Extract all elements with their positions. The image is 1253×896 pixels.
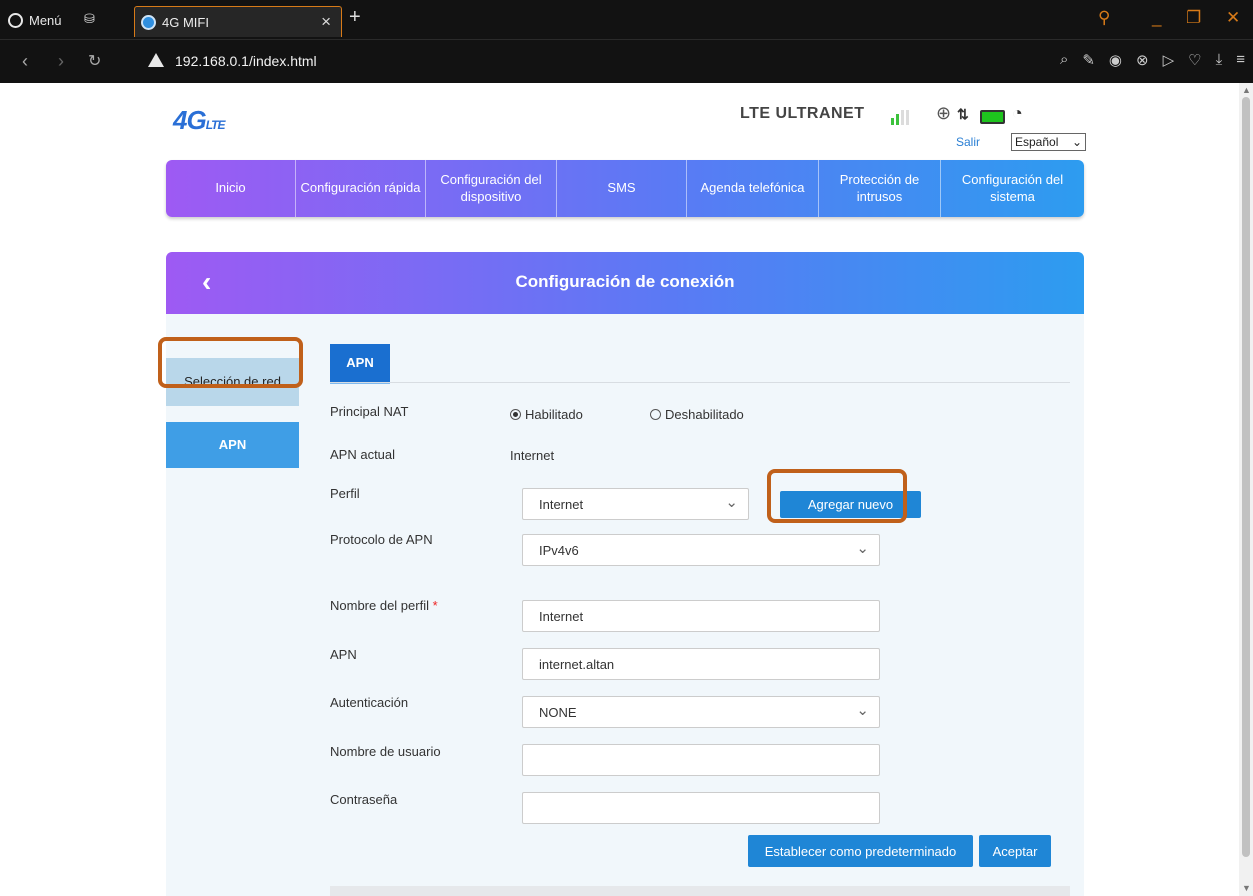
sidebar-item-apn[interactable]: APN [166,422,299,468]
new-tab-icon[interactable]: + [349,6,361,29]
password-label: Contraseña [330,792,398,807]
username-label: Nombre de usuario [330,744,441,759]
logout-link[interactable]: Salir [956,135,980,149]
minimize-icon[interactable]: _ [1152,8,1161,28]
radio-checked-icon [510,409,521,420]
search-page-icon[interactable]: ⌕ [1060,51,1068,69]
language-select[interactable]: Español ⌄ [1011,133,1086,151]
nav-configuracion-rapida[interactable]: Configuración rápida [296,160,426,217]
not-secure-warning-icon[interactable] [148,53,164,67]
apn-protocol-label: Protocolo de APN [330,532,433,547]
forward-icon[interactable]: › [58,51,64,72]
highlight-add-new-button [767,469,907,523]
search-icon[interactable]: ⚲ [1098,8,1110,28]
nav-configuracion-dispositivo[interactable]: Configuración del dispositivo [426,160,557,217]
nav-inicio[interactable]: Inicio [166,160,296,217]
close-window-icon[interactable]: ✕ [1226,8,1240,28]
easy-setup-icon[interactable]: ≡ [1236,51,1245,69]
current-apn-label: APN actual [330,447,396,462]
gamepad-icon[interactable]: ⛁ [84,11,102,27]
bottom-section-edge [330,886,1070,896]
url-field[interactable]: 192.168.0.1/index.html [175,53,317,69]
scroll-thumb[interactable] [1242,97,1250,857]
nav-proteccion-intrusos[interactable]: Protección de intrusos [819,160,941,217]
edit-icon[interactable]: ✎ [1082,51,1095,69]
apn-input[interactable]: internet.altan [522,648,880,680]
panel-header: ‹ Configuración de conexión [166,252,1084,314]
browser-menu-button[interactable]: Menú [8,10,62,30]
profile-name-input[interactable]: Internet [522,600,880,632]
current-apn-value: Internet [510,448,555,463]
download-icon[interactable]: ⤓ [1216,51,1223,69]
heart-icon[interactable]: ♡ [1188,51,1201,69]
browser-menu-label: Menú [29,12,62,28]
radio-unchecked-icon [650,409,661,420]
browser-tab-bar: Menú ⛁ 4G MIFI × + ⚲ _ ❐ ✕ [0,0,1253,39]
opera-logo-icon [8,12,23,28]
nav-configuracion-sistema[interactable]: Configuración del sistema [941,160,1084,217]
main-nav: Inicio Configuración rápida Configuració… [166,160,1084,217]
apn-label: APN [330,647,357,662]
panel-body: Selección de red APN APN Principal NAT H… [166,314,1084,896]
back-icon[interactable]: ‹ [22,51,28,72]
scroll-down-icon[interactable]: ▼ [1242,883,1251,893]
tab-favicon-icon [141,14,156,30]
scroll-up-icon[interactable]: ▲ [1242,85,1251,95]
tab-close-icon[interactable]: × [321,12,331,32]
data-transfer-icon: ⇅ [957,106,969,122]
nav-agenda-telefonica[interactable]: Agenda telefónica [687,160,819,217]
nat-label: Principal NAT [330,404,409,419]
authentication-select[interactable]: NONE [522,696,880,728]
set-default-button[interactable]: Establecer como predeterminado [748,835,973,867]
tab-divider [330,382,1070,383]
reload-icon[interactable]: ↻ [88,51,101,71]
apn-protocol-select[interactable]: IPv4v6 [522,534,880,566]
panel-title: Configuración de conexión [515,272,735,291]
profile-name-label: Nombre del perfil * [330,598,438,613]
required-mark: * [432,598,438,613]
signal-strength-icon [891,109,909,125]
restore-icon[interactable]: ❐ [1186,8,1201,28]
brand-logo: 4GLTE [173,105,225,135]
highlight-apn-sidebar [158,337,303,388]
tab-apn[interactable]: APN [330,344,390,382]
profile-label: Perfil [330,486,360,501]
username-input[interactable] [522,744,880,776]
address-bar: ‹ › ↻ 192.168.0.1/index.html ⌕ ✎ ◉ ⊗ ▷ ♡… [0,39,1253,83]
password-input[interactable] [522,792,880,824]
globe-icon: ⊕ [936,103,952,123]
nat-enabled-radio[interactable]: Habilitado [510,407,583,422]
address-bar-tools: ⌕ ✎ ◉ ⊗ ▷ ♡ ⤓ ≡ [1060,51,1245,69]
wifi-icon: ◔ [1012,103,1023,123]
battery-icon [980,110,1005,124]
accept-button[interactable]: Aceptar [979,835,1051,867]
profile-select[interactable]: Internet [522,488,749,520]
authentication-label: Autenticación [330,695,409,710]
page-scrollbar[interactable]: ▲ ▼ [1239,83,1253,896]
send-icon[interactable]: ▷ [1163,51,1175,69]
browser-tab[interactable]: 4G MIFI × [134,6,342,37]
nav-sms[interactable]: SMS [557,160,687,217]
nat-disabled-radio[interactable]: Deshabilitado [650,407,744,422]
block-icon[interactable]: ⊗ [1136,51,1149,69]
camera-icon[interactable]: ◉ [1109,51,1122,69]
network-name: LTE ULTRANET [740,105,865,122]
chevron-down-icon: ⌄ [1071,135,1082,149]
page-viewport: 4GLTE LTE ULTRANET ⊕ ⇅ ◔ Salir Español ⌄ … [0,83,1239,896]
tab-title: 4G MIFI [162,14,209,30]
